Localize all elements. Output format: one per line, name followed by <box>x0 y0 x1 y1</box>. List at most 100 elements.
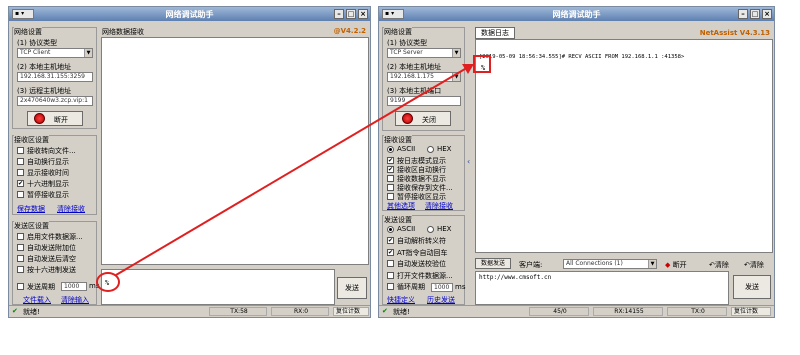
host-label: (2) 本地主机地址 <box>387 63 442 71</box>
left-recv-checkbox-2[interactable] <box>17 169 24 176</box>
client-select[interactable]: All Connections (1) ▼ <box>563 259 657 269</box>
right-send-checkbox-4[interactable] <box>387 283 394 290</box>
clear-send-button[interactable]: ↶清除 <box>709 260 729 270</box>
remote-label: (3) 远程主机地址 <box>17 87 72 95</box>
right-tx-count: TX:0 <box>667 307 727 316</box>
host-field[interactable]: 192.168.31.155:3259 <box>17 72 93 82</box>
left-send-checkbox-1[interactable] <box>17 244 24 251</box>
right-send-input[interactable]: http://www.cmsoft.cn <box>475 271 729 305</box>
left-send-option-label-1: 自动发送附加位 <box>27 244 76 252</box>
right-send-checkbox-2[interactable] <box>387 260 394 267</box>
left-send-checkbox-3[interactable] <box>17 266 24 273</box>
right-status-bar: ✔ 就绪! 45/0 RX:14155 TX:0 复位计数 <box>379 305 774 317</box>
left-recv-checkbox-0[interactable] <box>17 147 24 154</box>
left-send-checkbox-0[interactable] <box>17 233 24 240</box>
left-recv-area[interactable] <box>101 37 369 265</box>
history-send-link[interactable]: 历史发送 <box>427 295 455 305</box>
protocol-select[interactable]: TCP Server ▼ <box>387 48 461 58</box>
protocol-label: (1) 协议类型 <box>387 39 428 47</box>
left-recv-option-label-4: 暂停接收显示 <box>27 191 69 199</box>
right-net-settings-title: 网络设置 <box>384 27 412 37</box>
port-field[interactable]: 9199 <box>387 96 461 106</box>
more-options-link[interactable]: 其他选项 <box>387 201 415 211</box>
left-recv-settings-group: 接收区设置 保存数据 清除接收 接收转向文件... 自动换行显示 显示接收时间 ✔ 十六… <box>12 135 97 215</box>
left-send-checkbox-2[interactable] <box>17 255 24 262</box>
send-hex-label: HEX <box>437 225 452 233</box>
right-count: 45/0 <box>529 307 589 316</box>
right-send-option-label-4: 循环周期 <box>397 283 425 291</box>
right-minimize-button[interactable]: – <box>738 9 748 19</box>
send-period-field[interactable]: 1000 <box>61 282 87 291</box>
protocol-select[interactable]: TCP Client ▼ <box>17 48 93 58</box>
left-recv-checkbox-1[interactable] <box>17 158 24 165</box>
left-recv-option-label-0: 接收转向文件... <box>27 147 76 155</box>
send-hex-radio[interactable] <box>427 226 434 233</box>
clear-recv-link[interactable]: 清除接收 <box>57 204 85 214</box>
left-send-option-label-0: 启用文件数据源... <box>27 233 83 241</box>
right-recv-checkbox-4[interactable] <box>387 193 394 200</box>
right-recv-checkbox-3[interactable] <box>387 184 394 191</box>
left-minimize-button[interactable]: – <box>334 9 344 19</box>
left-recv-checkbox-3[interactable]: ✔ <box>17 180 24 187</box>
cycle-period-unit: ms <box>455 283 466 291</box>
file-load-link[interactable]: 文件载入 <box>23 295 51 305</box>
left-send-button[interactable]: 发送 <box>337 277 367 299</box>
version-label: @V4.2.2 <box>333 27 366 35</box>
disconnect-icon: ◆ <box>665 261 673 269</box>
right-recv-checkbox-0[interactable]: ✔ <box>387 157 394 164</box>
chevron-down-icon: ▼ <box>452 49 460 57</box>
ready-icon: ✔ <box>12 307 18 315</box>
clear-recv-link[interactable]: 清除接收 <box>425 201 453 211</box>
status-light-icon <box>402 113 413 124</box>
right-maximize-button[interactable]: □ <box>750 9 760 19</box>
recv-area-label: 网络数据接收 <box>102 28 144 36</box>
left-recv-settings-title: 接收区设置 <box>14 135 49 145</box>
right-recv-settings-group: 接收设置 ASCII HEX 其他选项 清除接收 ✔ 按日志模式显示 ✔ 接收区自动换… <box>382 135 465 211</box>
log-line: [2019-05-09 18:56:34.555]# RECV ASCII FR… <box>479 54 685 60</box>
left-net-settings-group: 网络设置 (1) 协议类型 TCP Client ▼ (2) 本地主机地址 19… <box>12 27 97 129</box>
left-send-settings-group: 发送区设置 发送周期 1000 ms 文件载入 清除输入 启用文件数据源... 自… <box>12 221 99 305</box>
right-reset-count-button[interactable]: 复位计数 <box>731 307 771 316</box>
send-ascii-label: ASCII <box>397 225 416 233</box>
left-recv-option-label-3: 十六进制显示 <box>27 180 69 188</box>
clear-input-link[interactable]: 清除输入 <box>61 295 89 305</box>
left-maximize-button[interactable]: □ <box>346 9 356 19</box>
cycle-period-field[interactable]: 1000 <box>431 283 453 292</box>
save-data-link[interactable]: 保存数据 <box>17 204 45 214</box>
recv-hex-radio[interactable] <box>427 146 434 153</box>
shortcut-define-link[interactable]: 快捷定义 <box>387 295 415 305</box>
right-send-button[interactable]: 发送 <box>733 275 771 299</box>
right-recv-checkbox-1[interactable]: ✔ <box>387 166 394 173</box>
right-close-button[interactable]: × <box>762 9 772 19</box>
status-light-icon <box>34 113 45 124</box>
left-send-input[interactable]: % <box>101 269 335 305</box>
left-close-button[interactable]: × <box>358 9 368 19</box>
close-server-button[interactable]: 关闭 <box>395 111 451 126</box>
right-send-settings-group: 发送设置 ASCII HEX 1000 ms 快捷定义 历史发送 ✔ 自动解析转义… <box>382 215 465 305</box>
protocol-label: (1) 协议类型 <box>17 39 58 47</box>
right-send-checkbox-3[interactable] <box>387 271 394 279</box>
protocol-value: TCP Client <box>20 49 51 56</box>
left-recv-checkbox-4[interactable] <box>17 191 24 198</box>
send-ascii-radio[interactable] <box>387 226 394 233</box>
right-send-checkbox-1[interactable]: ✔ <box>387 248 394 256</box>
clear-all-label: 清除 <box>749 261 764 269</box>
left-window-title: 网络调试助手 <box>165 10 214 19</box>
chevron-down-icon: ▼ <box>648 260 656 268</box>
tab-data-log[interactable]: 数据日志 <box>475 27 515 39</box>
clear-all-button[interactable]: ↶清除 <box>744 260 764 270</box>
disconnect-button[interactable]: 断开 <box>27 111 83 126</box>
host-select[interactable]: 192.168.1.175 ▼ <box>387 72 461 82</box>
recv-ascii-radio[interactable] <box>387 146 394 153</box>
left-reset-count-button[interactable]: 复位计数 <box>333 307 369 316</box>
disconnect-client-button[interactable]: ◆ 断开 <box>665 260 687 270</box>
left-send-option-label-3: 按十六进制发送 <box>27 266 76 274</box>
right-send-checkbox-0[interactable]: ✔ <box>387 237 394 244</box>
send-period-checkbox[interactable] <box>17 283 24 290</box>
right-log-area[interactable]: [2019-05-09 18:56:34.555]# RECV ASCII FR… <box>475 39 773 253</box>
tab-data-send[interactable]: 数据发送 <box>475 258 511 269</box>
chevron-down-icon: ▼ <box>452 73 460 81</box>
remote-field[interactable]: 2x470640w3.zcp.vip:1 <box>17 96 93 106</box>
collapse-handle[interactable]: ‹ <box>467 157 473 183</box>
right-recv-checkbox-2[interactable] <box>387 175 394 182</box>
